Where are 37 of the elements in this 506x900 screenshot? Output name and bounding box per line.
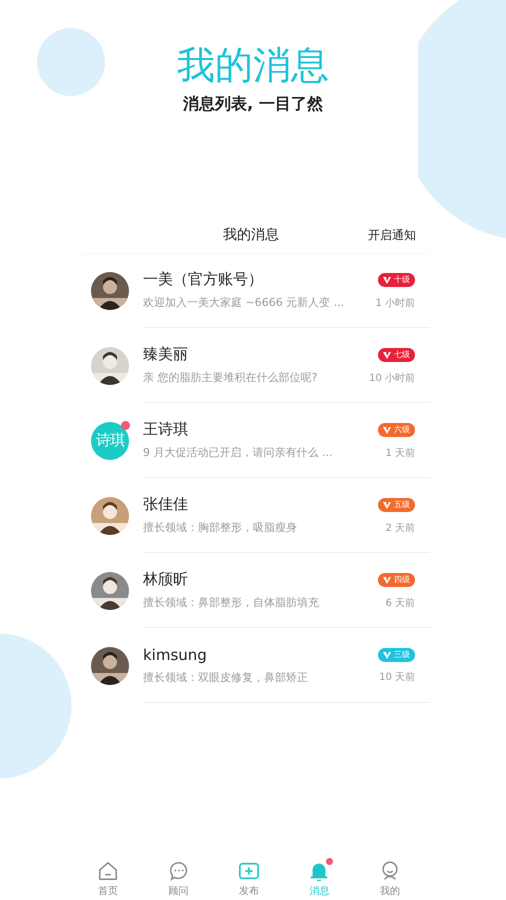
message-time: 1 小时前 — [375, 296, 415, 310]
message-preview: 亲 您的脂肪主要堆积在什么部位呢? — [143, 370, 318, 385]
message-preview: 欢迎加入一美大家庭 ~6666 元新人变 ... — [143, 295, 344, 310]
message-preview: 擅长领域：双眼皮修复，鼻部矫正 — [143, 670, 308, 684]
message-time: 10 小时前 — [369, 372, 415, 384]
enable-notifications-button[interactable]: 开启通知 — [368, 226, 416, 244]
level-badge: 五级 — [378, 498, 415, 512]
list-title: 我的消息 — [223, 226, 279, 244]
level-badge: 六级 — [378, 422, 415, 436]
contact-name: 林颀昕 — [143, 570, 188, 589]
message-preview: 擅长领域：鼻部整形，自体脂肪填充 — [143, 595, 319, 610]
message-preview: 9 月大促活动已开启，请问亲有什么 ... — [143, 445, 332, 460]
contact-name: 王诗琪 — [143, 420, 188, 439]
tab-bar-item[interactable]: 我的 — [354, 860, 426, 898]
message-time: 6 天前 — [385, 596, 415, 610]
message-time: 2 天前 — [385, 522, 415, 534]
level-badge: 十级 — [378, 272, 415, 286]
level-badge: 四级 — [378, 572, 415, 586]
tab-bar-item[interactable]: 顾问 — [143, 860, 214, 898]
message-time: 1 天前 — [385, 446, 415, 460]
contact-name: 臻美丽 — [143, 345, 188, 364]
message-time: 10 天前 — [379, 671, 415, 684]
chat-bubble-icon — [168, 860, 190, 882]
tab-bar-item[interactable]: 首页 — [73, 860, 144, 898]
page-title: 我的消息 — [177, 42, 329, 88]
level-badge: 七级 — [378, 348, 415, 362]
plus-icon — [238, 860, 260, 882]
contact-name: 张佳佳 — [143, 495, 188, 514]
level-badge: 三级 — [378, 648, 415, 662]
tab-bar-item[interactable]: 发布 — [214, 860, 284, 898]
home-icon — [97, 860, 120, 882]
avatar-initials: 诗琪 — [91, 422, 129, 460]
message-preview: 擅长领域：胸部整形，吸脂瘦身 — [143, 520, 297, 535]
tab-bar-item[interactable]: 消息 — [284, 860, 355, 898]
contact-name: 一美（官方账号） — [143, 270, 263, 289]
page-subtitle: 消息列表, 一目了然 — [183, 94, 323, 115]
contact-name: kimsung — [143, 646, 207, 664]
